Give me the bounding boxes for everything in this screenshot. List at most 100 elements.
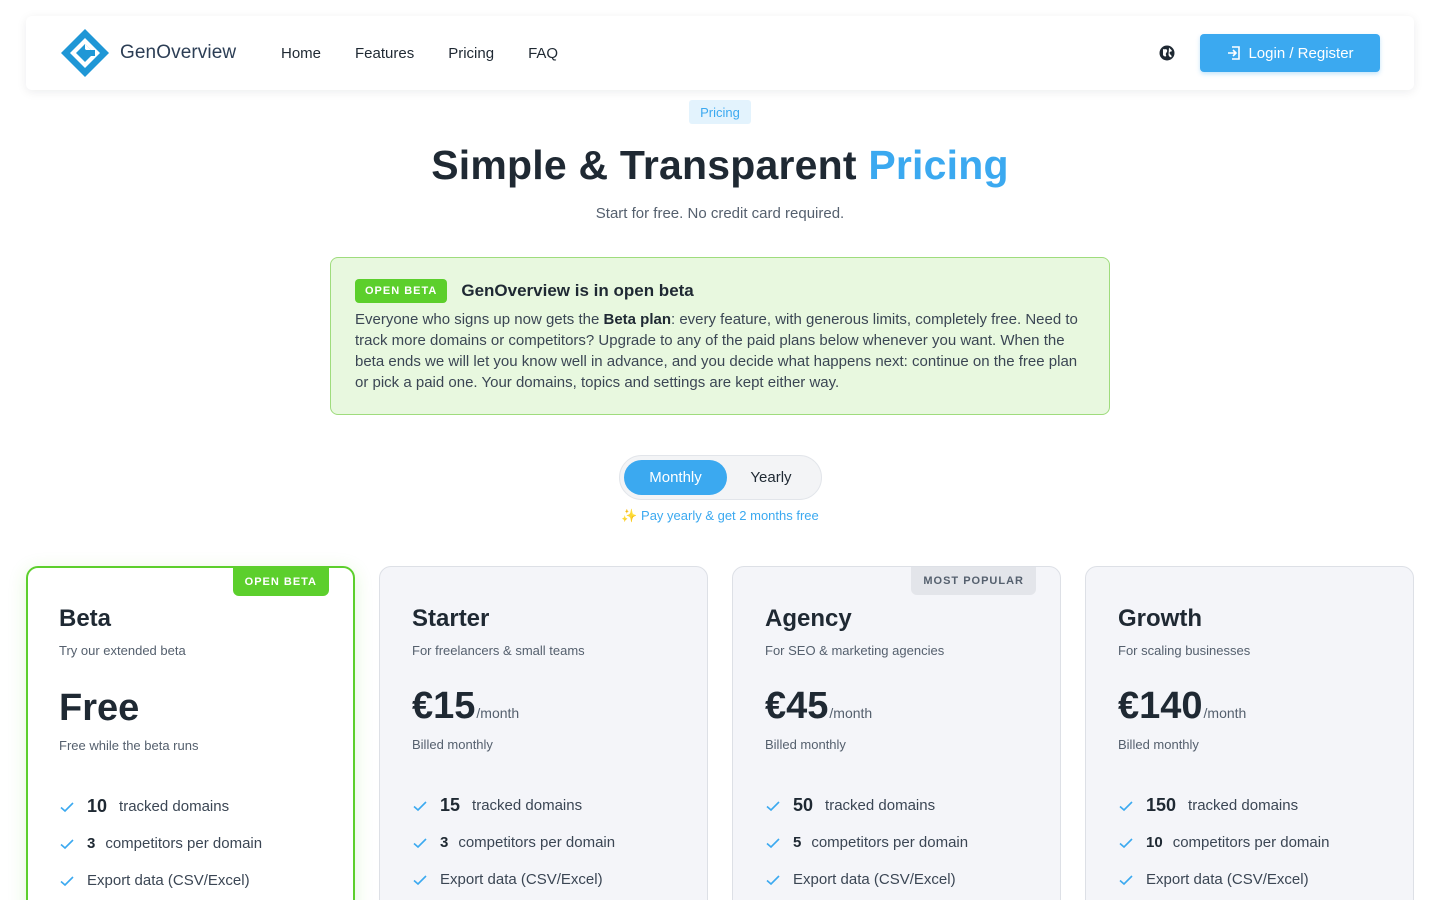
plan-card-agency: MOST POPULAR Agency For SEO & marketing …: [732, 566, 1061, 900]
billing-period-toggle: Monthly Yearly: [619, 455, 822, 500]
feature-count: 150: [1146, 795, 1177, 815]
feature-item: Export data (CSV/Excel): [765, 861, 968, 898]
brand-name: GenOverview: [120, 42, 237, 63]
nav-features[interactable]: Features: [355, 45, 414, 62]
main-nav: Home Features Pricing FAQ: [281, 16, 592, 90]
open-beta-pill: OPEN BETA: [355, 279, 448, 303]
page-title: Simple & Transparent Pricing: [0, 142, 1440, 189]
feature-item: Export data (CSV/Excel): [59, 862, 262, 899]
feature-text: competitors per domain: [811, 834, 969, 851]
check-icon: [60, 875, 74, 886]
plan-name: Starter: [412, 605, 490, 632]
feature-list: 150 tracked domains 10 competitors per d…: [1118, 787, 1329, 898]
check-icon: [60, 838, 74, 849]
plan-billing: Billed monthly: [412, 737, 493, 752]
plan-name: Agency: [765, 605, 852, 632]
price-amount: Free: [59, 687, 140, 729]
price-amount: €140: [1118, 685, 1203, 727]
feature-item: Export data (CSV/Excel): [412, 861, 615, 898]
feature-text: Export data (CSV/Excel): [87, 872, 250, 889]
yearly-discount-note: ✨ Pay yearly & get 2 months free: [621, 508, 819, 523]
feature-list: 15 tracked domains 3 competitors per dom…: [412, 787, 615, 898]
plan-price: €15 /month: [412, 685, 519, 728]
pricing-section-badge: Pricing: [689, 100, 751, 124]
check-icon: [1119, 800, 1133, 811]
feature-text: competitors per domain: [1172, 834, 1330, 851]
plan-badge: MOST POPULAR: [911, 567, 1036, 595]
feature-item: Export data (CSV/Excel): [1118, 861, 1329, 898]
nav-faq[interactable]: FAQ: [528, 45, 558, 62]
price-amount: €45: [765, 685, 829, 727]
plan-billing: Billed monthly: [765, 737, 846, 752]
feature-text: Export data (CSV/Excel): [1146, 871, 1309, 888]
brand[interactable]: GenOverview: [60, 28, 236, 78]
login-register-button[interactable]: Login / Register: [1200, 34, 1380, 72]
plan-price: Free: [59, 687, 139, 730]
nav-pricing[interactable]: Pricing: [448, 45, 494, 62]
plan-card-beta: OPEN BETA Beta Try our extended beta Fre…: [26, 566, 355, 900]
yearly-option[interactable]: Yearly: [727, 460, 815, 495]
title-main: Simple & Transparent: [431, 142, 869, 188]
feature-item: 10 tracked domains: [59, 788, 262, 825]
check-icon: [413, 800, 427, 811]
feature-list: 10 tracked domains 3 competitors per dom…: [59, 788, 262, 899]
feature-text: competitors per domain: [105, 835, 263, 852]
check-icon: [413, 874, 427, 885]
plan-billing: Free while the beta runs: [59, 738, 199, 753]
check-icon: [766, 800, 780, 811]
plan-card-starter: Starter For freelancers & small teams €1…: [379, 566, 708, 900]
page-subtitle: Start for free. No credit card required.: [595, 205, 845, 222]
check-icon: [766, 874, 780, 885]
check-icon: [1119, 837, 1133, 848]
feature-text: tracked domains: [472, 797, 583, 814]
plan-name: Beta: [59, 605, 112, 632]
open-beta-notice: OPEN BETA GenOverview is in open beta Ev…: [330, 257, 1110, 415]
feature-item: 10 competitors per domain: [1118, 824, 1329, 861]
genoverview-logo-icon: [61, 29, 109, 77]
plan-description: For freelancers & small teams: [412, 643, 585, 658]
feature-item: 15 tracked domains: [412, 787, 615, 824]
feature-text: Export data (CSV/Excel): [793, 871, 956, 888]
feature-text: Export data (CSV/Excel): [440, 871, 603, 888]
price-period: /month: [476, 705, 520, 721]
feature-item: 5 competitors per domain: [765, 824, 968, 861]
plan-description: For scaling businesses: [1118, 643, 1251, 658]
price-period: /month: [1203, 705, 1247, 721]
login-register-label: Login / Register: [1248, 44, 1354, 62]
feature-item: 150 tracked domains: [1118, 787, 1329, 824]
check-icon: [60, 801, 74, 812]
beta-notice-body: Everyone who signs up now gets the Beta …: [355, 309, 1091, 393]
top-navbar: GenOverview Home Features Pricing FAQ Lo…: [26, 16, 1414, 90]
price-amount: €15: [412, 685, 476, 727]
plan-name: Growth: [1118, 605, 1202, 632]
feature-text: tracked domains: [825, 797, 936, 814]
plan-card-growth: Growth For scaling businesses €140 /mont…: [1085, 566, 1414, 900]
plan-price: €45 /month: [765, 685, 872, 728]
title-accent: Pricing: [868, 142, 1009, 188]
price-period: /month: [829, 705, 873, 721]
plan-billing: Billed monthly: [1118, 737, 1199, 752]
beta-body-before: Everyone who signs up now gets the: [355, 311, 604, 328]
beta-notice-header: OPEN BETA GenOverview is in open beta: [355, 278, 1085, 304]
check-icon: [766, 837, 780, 848]
feature-count: 15: [440, 795, 461, 815]
globe-icon[interactable]: [1157, 43, 1177, 63]
login-icon: [1228, 46, 1241, 60]
check-icon: [413, 837, 427, 848]
plan-badge: OPEN BETA: [232, 568, 329, 596]
feature-count: 5: [793, 834, 802, 851]
nav-home[interactable]: Home: [281, 45, 321, 62]
feature-item: 3 competitors per domain: [59, 825, 262, 862]
feature-text: tracked domains: [1188, 797, 1299, 814]
feature-text: tracked domains: [119, 798, 230, 815]
plan-price: €140 /month: [1118, 685, 1246, 728]
feature-item: 50 tracked domains: [765, 787, 968, 824]
feature-list: 50 tracked domains 5 competitors per dom…: [765, 787, 968, 898]
monthly-option[interactable]: Monthly: [624, 460, 727, 495]
feature-text: competitors per domain: [458, 834, 616, 851]
feature-count: 3: [440, 834, 449, 851]
feature-count: 10: [87, 796, 108, 816]
feature-count: 10: [1146, 834, 1163, 851]
beta-plan-highlight: Beta plan: [603, 311, 671, 328]
check-icon: [1119, 874, 1133, 885]
